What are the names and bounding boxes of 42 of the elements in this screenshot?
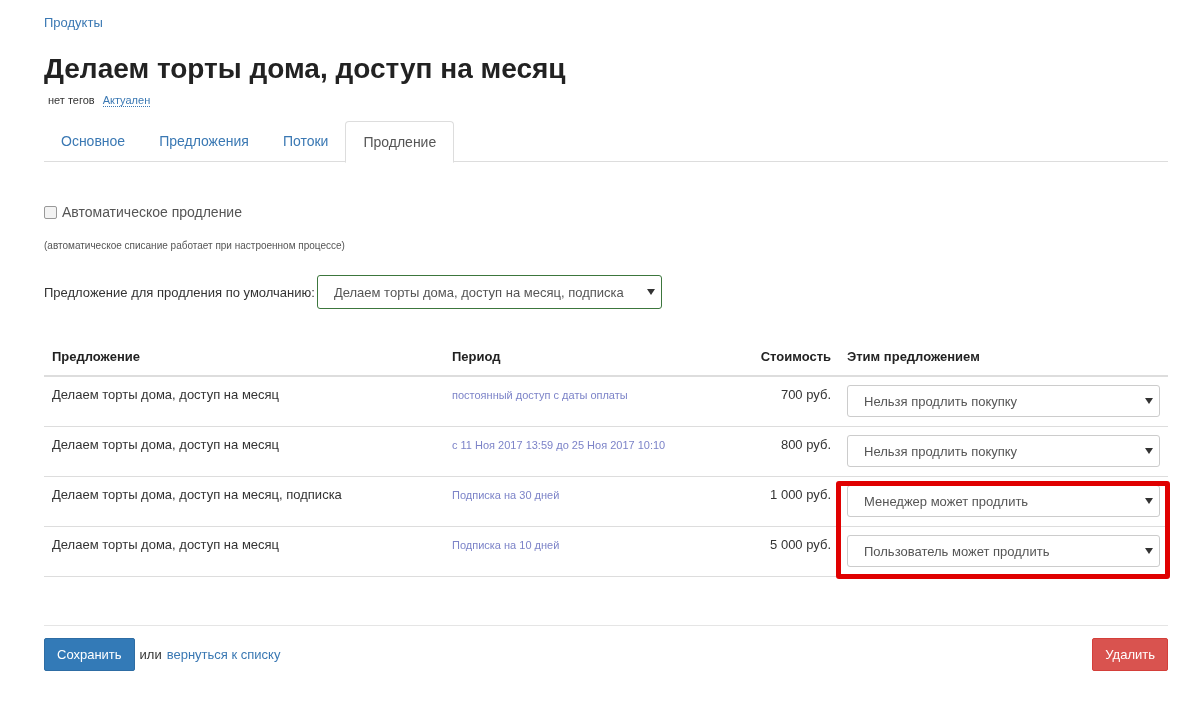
tags-label: нет тегов [48,94,95,107]
checkbox-label[interactable]: Автоматическое продление [62,204,242,220]
offer-name: Делаем торты дома, доступ на месяц [51,436,281,454]
page-title: Делаем торты дома, доступ на месяц [44,52,567,86]
caret-icon [646,289,655,295]
or-text: или [139,647,162,662]
delete-button[interactable]: Удалить [1092,638,1168,671]
period-link[interactable]: Подписка на 30 дней [452,489,560,501]
renewal-select[interactable]: Нельзя продлить покупку [847,385,1160,417]
offer-name: Делаем торты дома, доступ на месяц, подписка [51,486,343,504]
caret-icon [1145,498,1153,504]
column-header: Стоимость [759,348,831,364]
save-button[interactable]: Сохранить [44,638,135,671]
period-link[interactable]: Подписка на 10 дней [452,539,560,551]
caret-icon [1145,448,1153,454]
price: 1 000 руб. [769,486,831,504]
period-link[interactable]: постоянный доступ с даты оплаты [452,389,628,401]
tab[interactable]: Продление [345,121,455,163]
renewal-select[interactable]: Пользователь может продлить [847,535,1160,567]
back-to-list-link[interactable]: вернуться к списку [166,647,281,662]
default-offer-select[interactable]: Делаем торты дома, доступ на месяц, подписка [316,275,662,309]
caret-icon [1145,548,1153,554]
breadcrumb-link[interactable]: Продукты [44,15,103,30]
field-label: Предложение для продления по умолчанию: [44,284,315,300]
caret-icon [1145,398,1153,404]
price: 800 руб. [779,436,831,454]
hint-text: (автоматическое списание работает при настроенном процессе) [44,240,346,251]
renewal-select[interactable]: Менеджер может продлить [847,485,1160,517]
offer-name: Делаем торты дома, доступ на месяц [51,536,281,554]
price: 700 руб. [779,386,831,404]
column-header: Этим предложением [846,348,981,364]
price: 5 000 руб. [769,536,831,554]
tab[interactable]: Потоки [265,121,346,161]
tab[interactable]: Предложения [142,121,266,161]
period-link[interactable]: с 11 Ноя 2017 13:59 до 25 Ноя 2017 10:10 [452,439,666,451]
column-header: Предложение [51,348,141,364]
offer-name: Делаем торты дома, доступ на месяц [51,386,281,404]
tab[interactable]: Основное [44,121,143,161]
renewal-select[interactable]: Нельзя продлить покупку [847,435,1160,467]
checkbox[interactable] [44,205,57,219]
column-header: Период [451,348,502,364]
status-link[interactable]: Актуален [102,94,151,107]
